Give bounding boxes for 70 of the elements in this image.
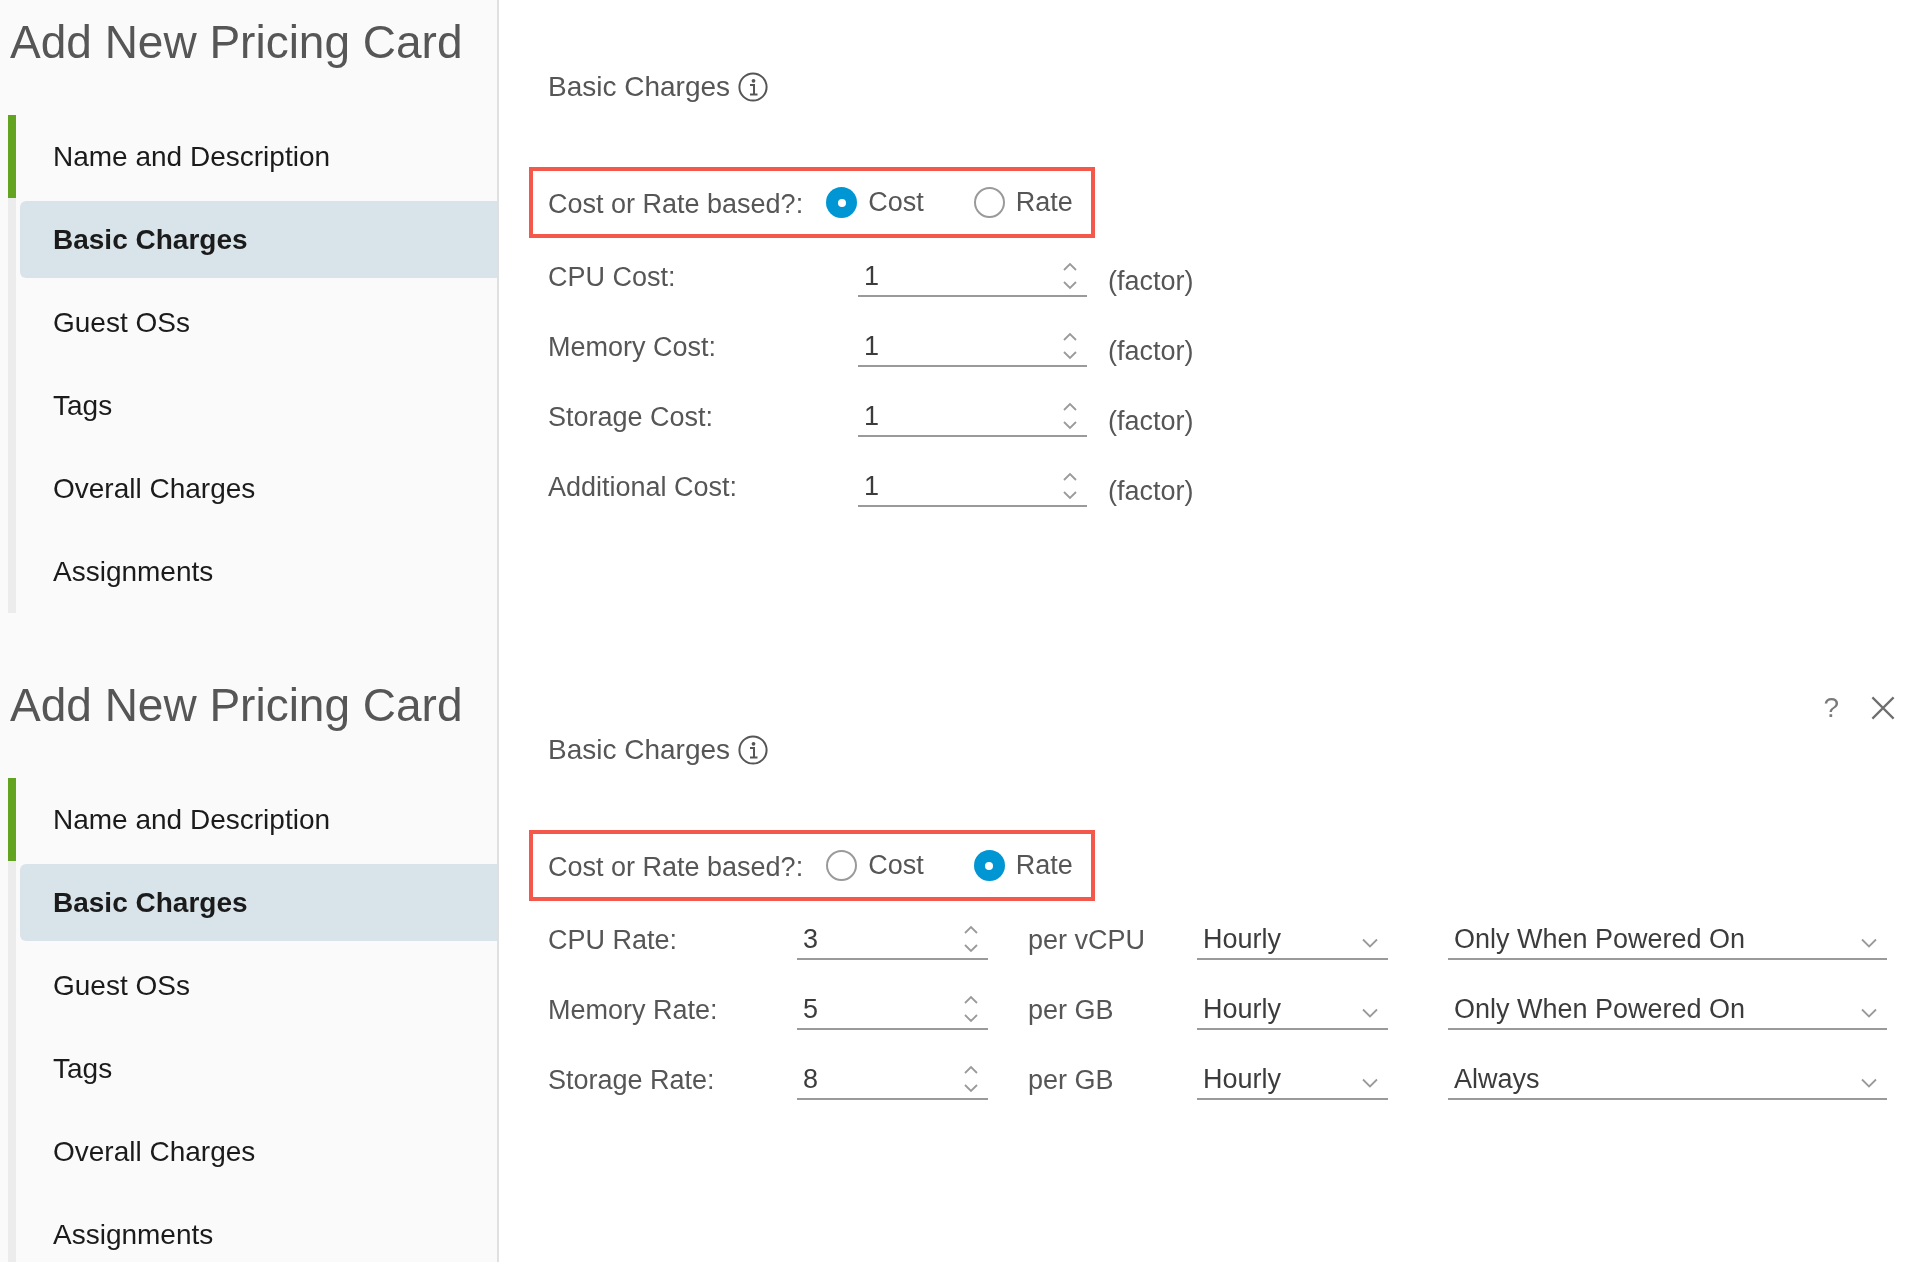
wizard-step[interactable]: Tags	[20, 1030, 497, 1107]
field-label: CPU Rate:	[548, 924, 679, 956]
wizard-step[interactable]: Tags	[20, 367, 497, 444]
field-label: Storage Rate:	[548, 1064, 716, 1096]
spinner-icon[interactable]	[1062, 401, 1078, 431]
wizard-step[interactable]: Assignments	[20, 533, 497, 610]
unit-label: per GB	[1028, 994, 1115, 1026]
spinner-icon[interactable]	[1062, 471, 1078, 501]
field-label: Cost or Rate based?:	[548, 189, 804, 220]
number-input[interactable]: 1	[858, 327, 1087, 367]
condition-dropdown[interactable]: Only When Powered On	[1448, 990, 1887, 1030]
wizard-step[interactable]: Guest OSs	[20, 284, 497, 361]
radio-icon[interactable]	[826, 187, 858, 218]
spinner-icon[interactable]	[963, 1064, 979, 1094]
section-title: Basic Charges	[548, 71, 731, 103]
close-icon[interactable]	[1871, 696, 1895, 720]
spinner-icon[interactable]	[1062, 261, 1078, 291]
spinner-icon[interactable]	[963, 994, 979, 1024]
unit-label: (factor)	[1108, 335, 1194, 367]
radio-icon[interactable]	[826, 850, 858, 881]
wizard-title: Add New Pricing Card	[10, 678, 464, 733]
wizard-step[interactable]: Basic Charges	[20, 864, 497, 941]
field-label: CPU Cost:	[548, 261, 677, 293]
unit-label: (factor)	[1108, 475, 1194, 507]
wizard-step[interactable]: Overall Charges	[20, 1113, 497, 1190]
spinner-icon[interactable]	[1062, 331, 1078, 361]
unit-label: (factor)	[1108, 405, 1194, 437]
wizard-step[interactable]: Name and Description	[20, 118, 497, 195]
help-button[interactable]: ?	[1823, 692, 1839, 724]
chevron-down-icon[interactable]	[1861, 1078, 1877, 1088]
radio-option[interactable]: Rate	[973, 850, 1073, 881]
wizard-step[interactable]: Name and Description	[20, 781, 497, 858]
wizard-step[interactable]: Basic Charges	[20, 201, 497, 278]
chevron-down-icon[interactable]	[1362, 1008, 1378, 1018]
number-input[interactable]: 8	[797, 1060, 988, 1100]
radio-option[interactable]: Cost	[826, 850, 924, 881]
period-dropdown[interactable]: Hourly	[1197, 990, 1388, 1030]
number-input[interactable]: 1	[858, 257, 1087, 297]
field-label: Additional Cost:	[548, 471, 739, 503]
section-title: Basic Charges	[548, 734, 731, 766]
radio-option[interactable]: Rate	[973, 187, 1073, 218]
radio-icon[interactable]	[973, 850, 1005, 881]
period-dropdown[interactable]: Hourly	[1197, 920, 1388, 960]
chevron-down-icon[interactable]	[1362, 1078, 1378, 1088]
spinner-icon[interactable]	[963, 924, 979, 954]
chevron-down-icon[interactable]	[1861, 1008, 1877, 1018]
wizard-step[interactable]: Assignments	[20, 1196, 497, 1262]
info-icon[interactable]	[738, 735, 769, 765]
wizard-step[interactable]: Guest OSs	[20, 947, 497, 1024]
radio-option[interactable]: Cost	[826, 187, 924, 218]
chevron-down-icon[interactable]	[1861, 938, 1877, 948]
wizard-title: Add New Pricing Card	[10, 15, 464, 70]
radio-icon[interactable]	[973, 187, 1005, 218]
field-label: Cost or Rate based?:	[548, 852, 804, 883]
period-dropdown[interactable]: Hourly	[1197, 1060, 1388, 1100]
info-icon[interactable]	[738, 72, 769, 102]
unit-label: (factor)	[1108, 265, 1194, 297]
field-label: Memory Cost:	[548, 331, 718, 363]
wizard-step[interactable]: Overall Charges	[20, 450, 497, 527]
number-input[interactable]: 1	[858, 397, 1087, 437]
field-label: Memory Rate:	[548, 994, 719, 1026]
number-input[interactable]: 1	[858, 467, 1087, 507]
chevron-down-icon[interactable]	[1362, 938, 1378, 948]
field-label: Storage Cost:	[548, 401, 715, 433]
number-input[interactable]: 3	[797, 920, 988, 960]
condition-dropdown[interactable]: Only When Powered On	[1448, 920, 1887, 960]
unit-label: per vCPU	[1028, 924, 1147, 956]
unit-label: per GB	[1028, 1064, 1115, 1096]
condition-dropdown[interactable]: Always	[1448, 1060, 1887, 1100]
number-input[interactable]: 5	[797, 990, 988, 1030]
